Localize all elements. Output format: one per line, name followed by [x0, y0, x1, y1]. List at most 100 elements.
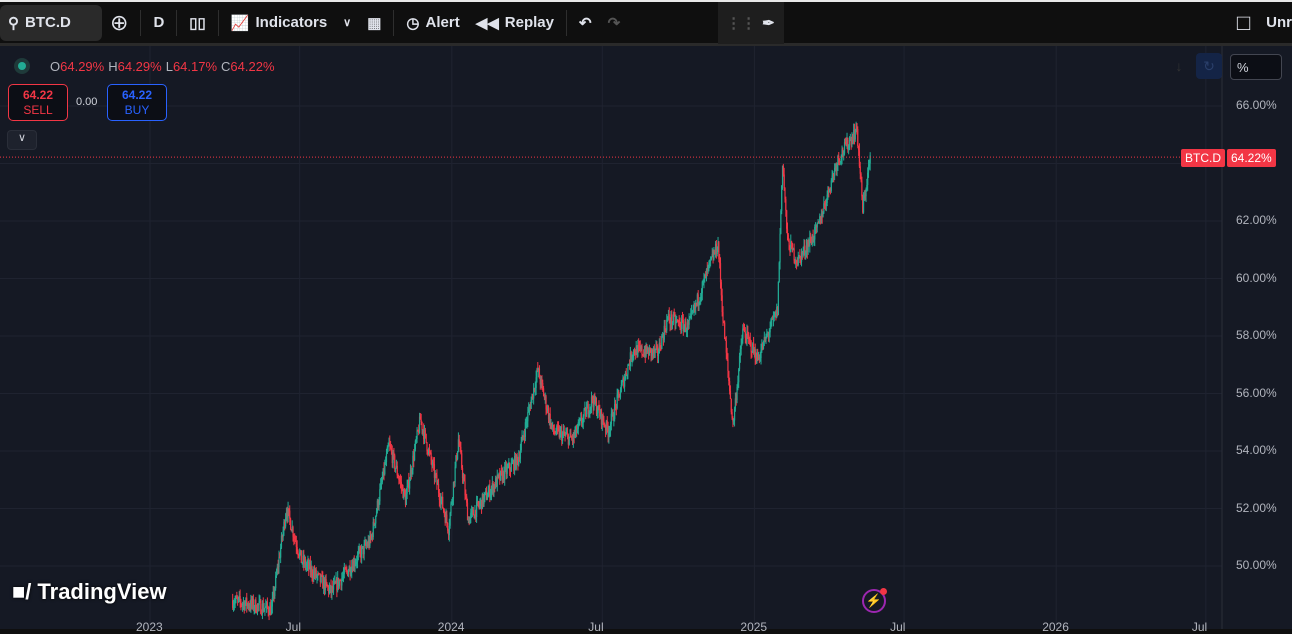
market-status-icon[interactable] — [14, 58, 30, 74]
y-tick-label: 60.00% — [1236, 270, 1277, 285]
last-price-symbol: BTC.D — [1181, 149, 1225, 167]
candle-body — [724, 322, 726, 340]
y-tick-label: 56.00% — [1236, 385, 1277, 400]
x-tick-label: Jul — [588, 620, 604, 634]
candle-body — [421, 421, 423, 430]
scale-unit-value: % — [1237, 60, 1249, 75]
candle-body — [738, 369, 740, 383]
x-tick-label: Jul — [285, 620, 301, 634]
candlestick-chart[interactable] — [0, 0, 1292, 629]
x-tick-label: 2023 — [136, 620, 163, 634]
candle-body — [527, 412, 529, 422]
y-tick-label: 52.00% — [1236, 500, 1277, 515]
y-tick-label: 66.00% — [1236, 98, 1277, 112]
chevron-down-icon: ∨ — [17, 132, 27, 144]
candle-body — [777, 281, 779, 316]
x-tick-label: 2024 — [437, 620, 465, 634]
candle-body — [750, 341, 752, 353]
candle-body — [450, 503, 452, 513]
flash-notification-button[interactable]: ⚡ — [862, 588, 887, 613]
candle-body — [289, 510, 291, 519]
last-price-tag: BTC.D 64.22% — [1181, 149, 1278, 167]
auto-scale-icon: ↻ — [1203, 58, 1215, 74]
candle-body — [384, 463, 386, 474]
candle-body — [385, 453, 388, 463]
candle-body — [520, 441, 522, 451]
candle-body — [409, 480, 411, 489]
sell-button[interactable]: 64.22 SELL — [8, 84, 68, 121]
scroll-down-button[interactable]: ↓ — [1166, 53, 1192, 79]
y-tick-label: 62.00% — [1236, 213, 1277, 227]
brand-name: TradingView — [37, 579, 167, 604]
candle-body — [585, 408, 588, 417]
scale-unit-select[interactable]: % — [1230, 54, 1282, 80]
candle-body — [780, 210, 782, 234]
close-value: 64.22% — [230, 58, 275, 74]
candle-body — [793, 248, 795, 261]
x-tick-label: Jul — [890, 620, 906, 634]
spread-value: 0.00 — [76, 96, 98, 108]
candle-body — [472, 509, 474, 516]
tv-logo-icon: ■/ — [12, 579, 32, 604]
candle-body — [375, 516, 377, 524]
high-value: 64.29% — [117, 58, 162, 74]
candle-body — [486, 497, 488, 500]
candle-body — [779, 233, 781, 263]
candle-body — [456, 451, 459, 460]
candle-body — [379, 489, 381, 502]
candle-body — [264, 607, 266, 610]
y-tick-label: 58.00% — [1236, 328, 1277, 342]
collapse-legend-button[interactable]: ∨ — [7, 130, 37, 150]
auto-scale-button[interactable]: ↻ — [1196, 53, 1222, 79]
candle-body — [641, 346, 643, 355]
candle-body — [618, 391, 620, 394]
candle-body — [785, 199, 787, 211]
candle-body — [289, 518, 292, 530]
x-tick-label: Jul — [1191, 620, 1208, 634]
candle-body — [727, 359, 729, 371]
x-tick-label: 2026 — [1042, 620, 1069, 634]
candle-body — [347, 571, 350, 576]
candle-body — [627, 365, 629, 375]
open-value: 64.29% — [60, 58, 105, 74]
close-label: C — [221, 58, 231, 74]
candle-body — [722, 312, 724, 321]
candle-body — [394, 455, 396, 469]
buy-label: BUY — [124, 103, 150, 117]
y-tick-label: 50.00% — [1236, 558, 1277, 572]
candle-body — [861, 180, 863, 197]
last-price-value: 64.22% — [1227, 149, 1276, 167]
candle-body — [857, 128, 859, 147]
candle-body — [869, 155, 871, 164]
candle-body — [740, 345, 742, 350]
candle-body — [619, 392, 622, 398]
high-label: H — [108, 58, 118, 74]
tradingview-logo[interactable]: ■/TradingView — [12, 579, 167, 605]
y-tick-label: 54.00% — [1236, 443, 1277, 457]
sell-label: SELL — [23, 103, 53, 117]
candle-body — [854, 131, 856, 140]
lightning-icon: ⚡ — [865, 593, 883, 608]
candle-body — [568, 436, 570, 445]
candle-body — [446, 514, 448, 524]
candle-body — [688, 319, 690, 325]
ohlc-legend: O64.29% H64.29% L64.17% C64.22% — [14, 58, 275, 74]
sell-price: 64.22 — [22, 88, 54, 102]
x-tick-label: 2025 — [740, 620, 768, 634]
candle-body — [719, 263, 722, 283]
candle-body — [424, 429, 426, 434]
candle-body — [300, 550, 302, 563]
candle-body — [783, 174, 785, 189]
candle-body — [729, 390, 732, 399]
candle-body — [510, 463, 512, 472]
candle-body — [454, 466, 456, 483]
low-label: L — [165, 58, 173, 74]
arrow-down-icon: ↓ — [1175, 58, 1183, 74]
open-label: O — [50, 58, 61, 74]
candle-body — [425, 433, 427, 443]
candle-body — [280, 547, 282, 558]
low-value: 64.17% — [172, 58, 218, 74]
candle-body — [442, 496, 444, 509]
buy-price: 64.22 — [121, 88, 153, 102]
buy-button[interactable]: 64.22 BUY — [107, 84, 167, 121]
